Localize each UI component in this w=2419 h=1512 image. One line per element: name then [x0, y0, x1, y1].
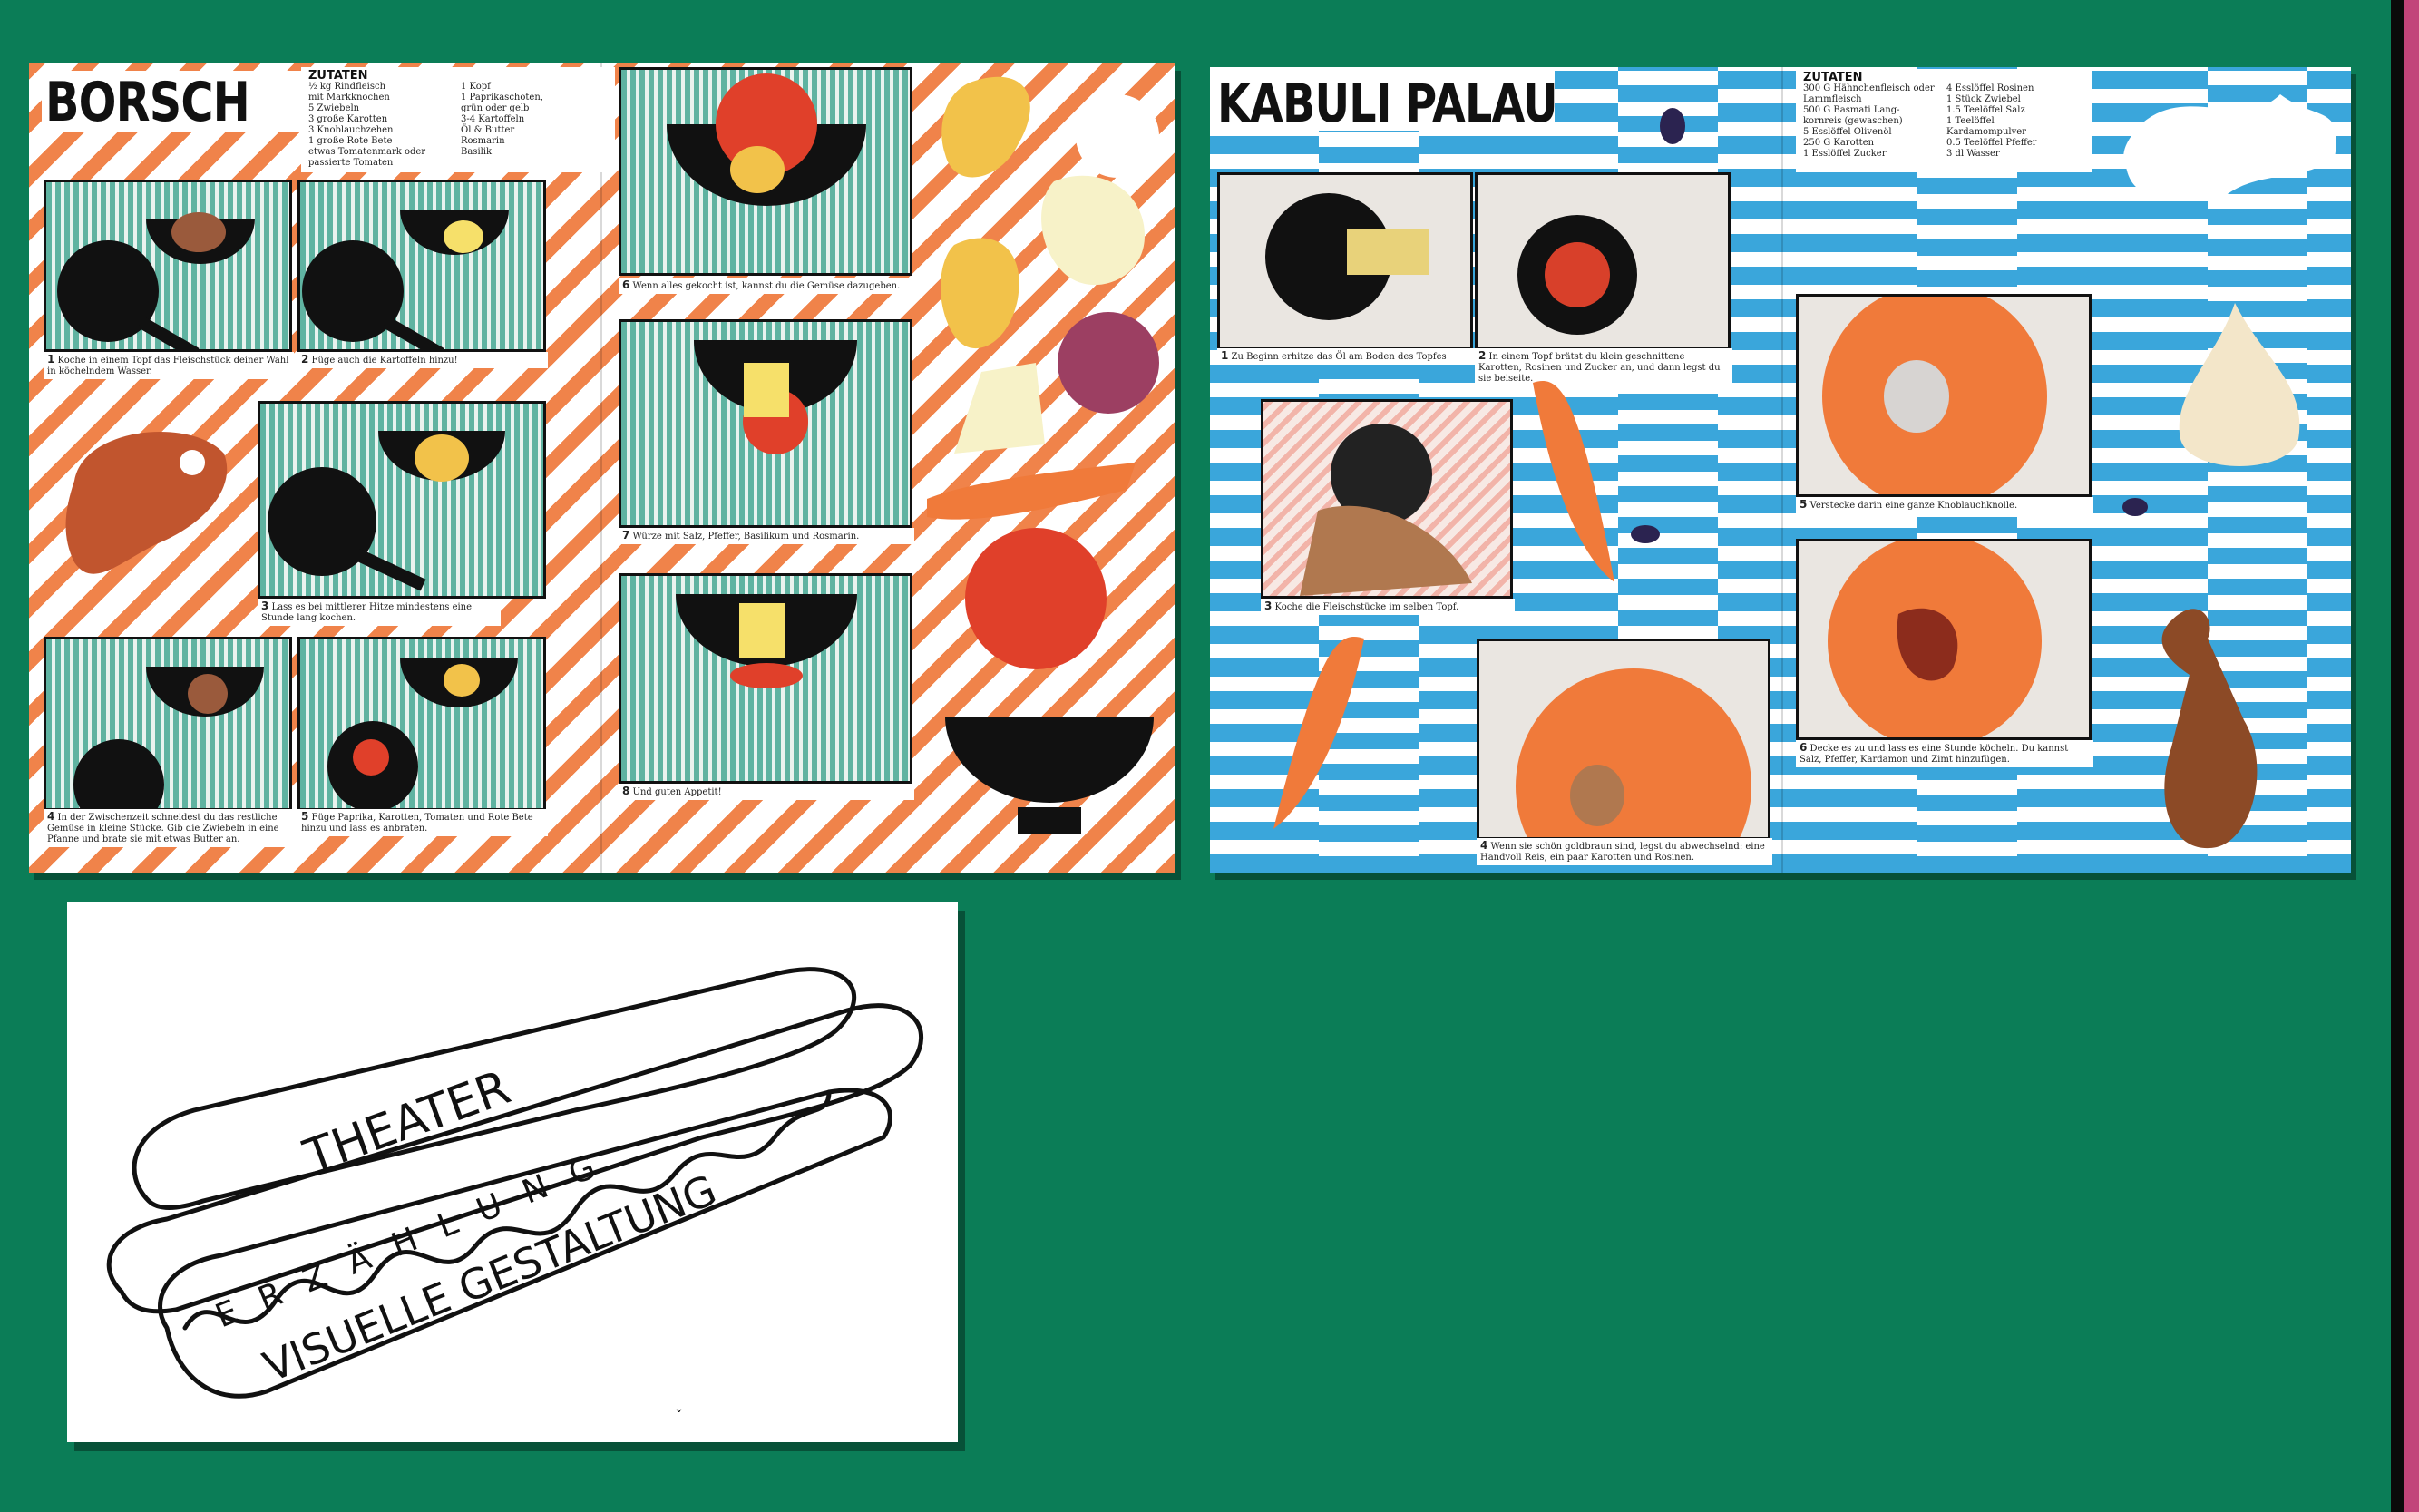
- garlic-drumstick-cutouts: [2122, 303, 2300, 849]
- plate-illustration: [1516, 668, 1751, 837]
- pot-illustration: [268, 431, 505, 591]
- page-title: KABULI PALAU: [1217, 73, 1558, 134]
- rice-scribble: [2123, 94, 2336, 203]
- pan-illustration: [327, 658, 518, 808]
- step-caption-2: 2 Füge auch die Kartoffeln hinzu!: [297, 352, 548, 368]
- raisin-cutout: [1631, 525, 1660, 543]
- ingredients-box: ZUTATEN ½ kg Rindfleisch mit Markknochen…: [301, 67, 615, 172]
- pot-illustration: [676, 594, 857, 688]
- pan-illustration: [57, 212, 255, 349]
- hotdog-logo: THEATER ERZÄHLUNG VISUELLE GESTALTUNG ˇ: [106, 967, 923, 1427]
- logo-wordmark: THEATER ERZÄHLUNG VISUELLE GESTALTUNG: [210, 1060, 724, 1391]
- step-photo-3: [258, 401, 546, 599]
- borsch-spread: BORSCH ZUTATEN ½ kg Rindfleisch mit Mark…: [29, 63, 1175, 873]
- pot-illustration: [694, 340, 857, 454]
- step-caption-4: 4 Wenn sie schön goldbraun sind, legst d…: [1477, 838, 1772, 865]
- speck-mark: ˇ: [675, 1408, 683, 1427]
- spread-spine: [1781, 67, 1783, 873]
- step-photo-1: [1217, 172, 1473, 350]
- pot-illustration: [1517, 215, 1637, 335]
- step-photo-6: [619, 67, 912, 276]
- pot-illustration: [667, 73, 866, 206]
- plate-illustration: [1822, 297, 2047, 494]
- ingredients-col-1: 300 G Hähnchenfleisch oder Lammfleisch 5…: [1803, 83, 1935, 159]
- ingredients-heading: ZUTATEN: [1803, 71, 1863, 84]
- step-caption-5: 5 Verstecke darin eine ganze Knoblauchkn…: [1796, 497, 2093, 513]
- step-caption-3: 3 Koche die Fleischstücke im selben Topf…: [1261, 599, 1515, 615]
- hands-pot-illustration: [1300, 424, 1472, 596]
- step-photo-5: [297, 637, 546, 811]
- logo-card: THEATER ERZÄHLUNG VISUELLE GESTALTUNG ˇ: [67, 902, 958, 1442]
- page-title: BORSCH: [45, 71, 250, 134]
- kabuli-spread: KABULI PALAU ZUTATEN 300 G Hähnchenfleis…: [1210, 67, 2351, 873]
- vegetable-cutouts: [927, 76, 1159, 834]
- pan-illustration: [302, 210, 509, 349]
- step-photo-1: [44, 180, 292, 352]
- step-photo-2: [1475, 172, 1731, 350]
- step-caption-8: 8 Und guten Appetit!: [619, 784, 914, 800]
- step-photo-6: [1796, 539, 2092, 740]
- ingredients-box: ZUTATEN 300 G Hähnchenfleisch oder Lammf…: [1796, 69, 2092, 172]
- step-caption-4: 4 In der Zwischenzeit schneidest du das …: [44, 809, 314, 847]
- step-photo-7: [619, 319, 912, 528]
- step-photo-8: [619, 573, 912, 784]
- step-photo-5: [1796, 294, 2092, 497]
- plate-illustration: [1828, 541, 2042, 737]
- ingredients-heading: ZUTATEN: [308, 69, 368, 83]
- step-caption-6: 6 Wenn alles gekocht ist, kannst du die …: [619, 278, 914, 294]
- meat-cutout: [65, 432, 228, 574]
- step-caption-7: 7 Würze mit Salz, Pfeffer, Basilikum und…: [619, 528, 914, 544]
- step-caption-5: 5 Füge Paprika, Karotten, Tomaten und Ro…: [297, 809, 548, 836]
- ingredients-col-2: 4 Esslöffel Rosinen 1 Stück Zwiebel 1.5 …: [1946, 83, 2037, 159]
- step-photo-2: [297, 180, 546, 352]
- raisin-cutout: [1660, 108, 1685, 144]
- pot-illustration: [73, 667, 264, 808]
- ingredients-col-2: 1 Kopf 1 Paprikaschoten, grün oder gelb …: [461, 82, 543, 157]
- carrot-cutout: [1533, 380, 1614, 582]
- step-caption-3: 3 Lass es bei mittlerer Hitze mindestens…: [258, 599, 501, 626]
- edge-shadow: [2391, 0, 2404, 1512]
- ingredients-col-1: ½ kg Rindfleisch mit Markknochen 5 Zwieb…: [308, 82, 426, 168]
- step-photo-3: [1261, 399, 1513, 599]
- step-photo-4: [1477, 639, 1770, 840]
- pot-illustration: [1265, 193, 1429, 320]
- step-caption-6: 6 Decke es zu und lass es eine Stunde kö…: [1796, 740, 2093, 767]
- spread-spine: [600, 63, 602, 873]
- step-caption-1: 1 Koche in einem Topf das Fleischstück d…: [44, 352, 294, 379]
- step-photo-4: [44, 637, 292, 811]
- carrot-cutout: [1273, 636, 1364, 829]
- step-caption-1: 1 Zu Beginn erhitze das Öl am Boden des …: [1217, 348, 1475, 365]
